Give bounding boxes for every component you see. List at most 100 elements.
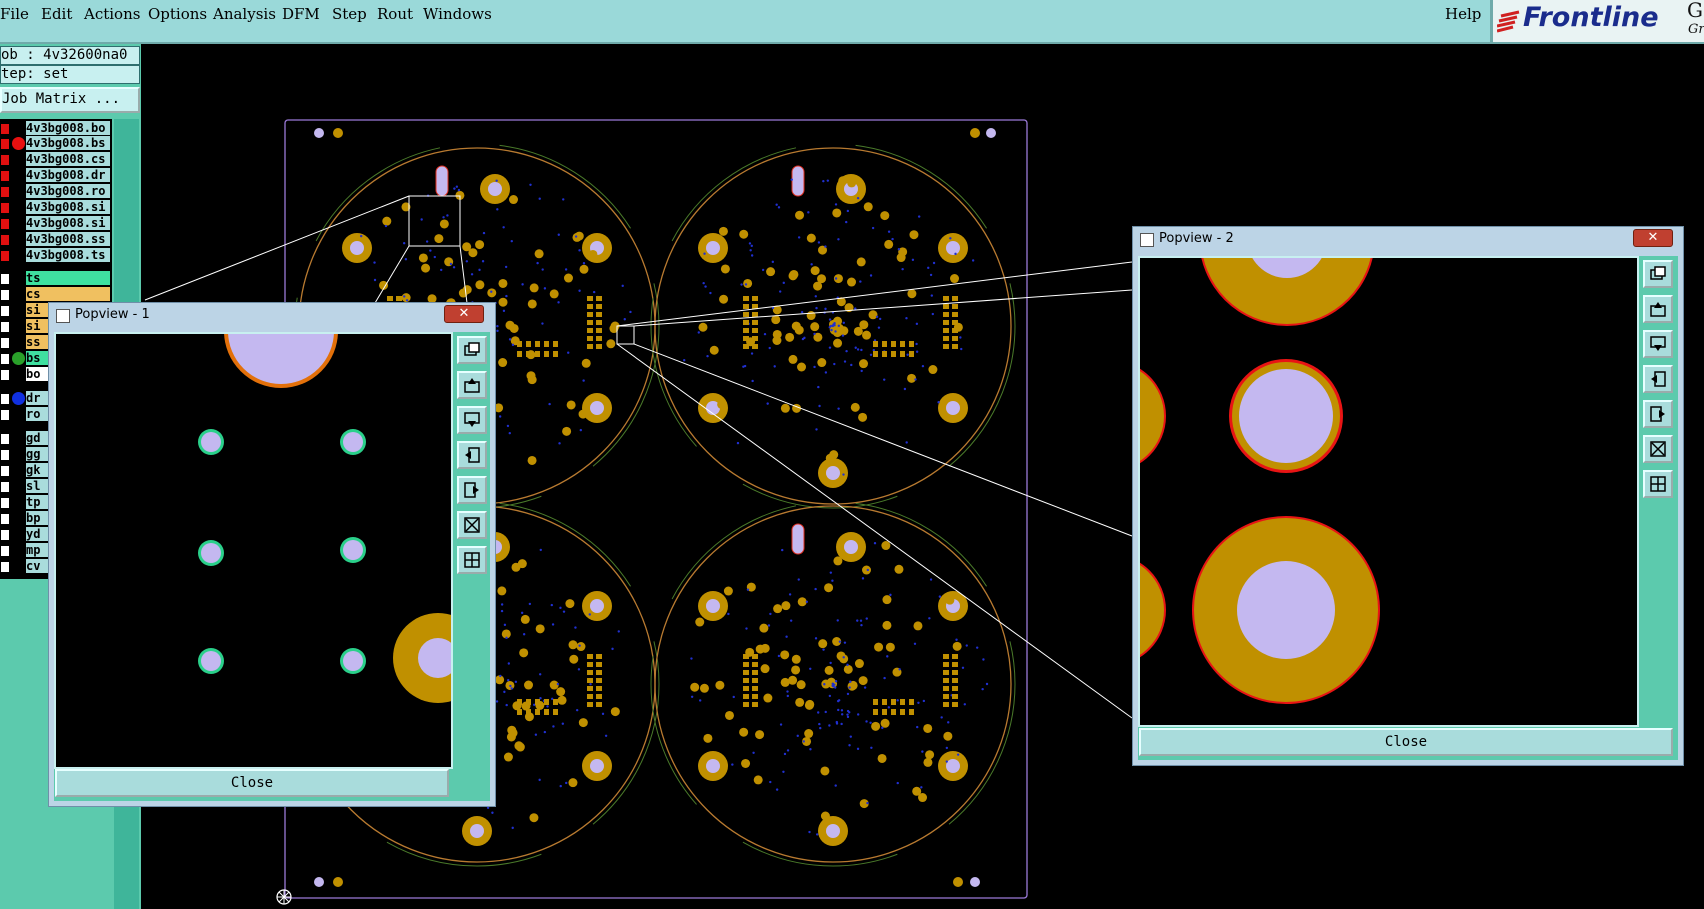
- connector-pad: [752, 312, 758, 317]
- menu-dfm[interactable]: DFM: [282, 5, 320, 23]
- layer-checkbox[interactable]: [0, 186, 10, 198]
- via: [856, 619, 859, 622]
- layer-checkbox[interactable]: [0, 529, 10, 541]
- zoom-out-button[interactable]: [1643, 470, 1673, 498]
- via: [442, 216, 445, 219]
- menu-rout[interactable]: Rout: [377, 5, 413, 23]
- layer-checkbox[interactable]: [0, 433, 10, 445]
- mount-hole: [350, 241, 364, 255]
- layer-checkbox[interactable]: [0, 481, 10, 493]
- zoom-out-button[interactable]: [457, 546, 487, 574]
- layer-row[interactable]: 4v3bg008.ro: [0, 184, 112, 199]
- pan-left-button[interactable]: [457, 441, 487, 469]
- smd-pad: [859, 359, 869, 369]
- pan-down-button[interactable]: [457, 406, 487, 434]
- popview-1-close-button[interactable]: Close: [55, 769, 449, 797]
- pan-down-button[interactable]: [1643, 330, 1673, 358]
- via: [873, 542, 877, 545]
- layer-checkbox[interactable]: [0, 513, 10, 525]
- layer-name[interactable]: 4v3bg008.ss: [26, 232, 110, 246]
- layer-row[interactable]: 4v3bg008.si: [0, 200, 112, 215]
- layer-row[interactable]: cs: [0, 287, 112, 302]
- layer-row[interactable]: 4v3bg008.bs: [0, 136, 112, 151]
- smd-pad: [817, 274, 827, 284]
- layer-row[interactable]: ts: [0, 271, 112, 286]
- pan-right-button[interactable]: [457, 476, 487, 504]
- logo-text: Frontline: [1523, 2, 1659, 33]
- layer-name[interactable]: 4v3bg008.bs: [26, 136, 110, 150]
- zoom-in-button[interactable]: [1643, 435, 1673, 463]
- popview-1-titlebar[interactable]: Popview - 1: [49, 303, 495, 327]
- layer-checkbox[interactable]: [0, 273, 10, 285]
- layer-checkbox[interactable]: [0, 170, 10, 182]
- layer-name[interactable]: ts: [26, 271, 110, 285]
- layer-checkbox[interactable]: [0, 353, 10, 365]
- layer-row[interactable]: 4v3bg008.ts: [0, 248, 112, 263]
- layer-checkbox[interactable]: [0, 289, 10, 301]
- layer-checkbox[interactable]: [0, 545, 10, 557]
- smd-pad: [806, 233, 816, 243]
- layer-checkbox[interactable]: [0, 123, 10, 135]
- layer-checkbox[interactable]: [0, 234, 10, 246]
- pan-up-button[interactable]: [1643, 295, 1673, 323]
- popview-2-titlebar[interactable]: Popview - 2: [1133, 227, 1683, 251]
- pan-left-button[interactable]: [1643, 365, 1673, 393]
- zoom-in-button[interactable]: [457, 511, 487, 539]
- layer-color-dot[interactable]: [12, 392, 25, 405]
- layer-name[interactable]: 4v3bg008.si: [26, 200, 110, 214]
- layer-checkbox[interactable]: [0, 218, 10, 230]
- menu-windows[interactable]: Windows: [423, 5, 492, 23]
- layer-name[interactable]: cs: [26, 287, 110, 301]
- menu-edit[interactable]: Edit: [41, 5, 72, 23]
- layer-name[interactable]: 4v3bg008.si: [26, 216, 110, 230]
- menu-options[interactable]: Options: [148, 5, 207, 23]
- layer-name[interactable]: 4v3bg008.cs: [26, 152, 110, 166]
- layer-name[interactable]: 4v3bg008.ts: [26, 248, 110, 262]
- layer-name[interactable]: 4v3bg008.ro: [26, 184, 110, 198]
- menu-actions[interactable]: Actions: [84, 5, 140, 23]
- pan-right-button[interactable]: [1643, 400, 1673, 428]
- layer-row[interactable]: 4v3bg008.ss: [0, 232, 112, 247]
- smd-pad: [847, 178, 857, 188]
- layer-checkbox[interactable]: [0, 409, 10, 421]
- layer-name[interactable]: 4v3bg008.bo: [26, 121, 110, 135]
- layer-checkbox[interactable]: [0, 337, 10, 349]
- popview-2-close-x-button[interactable]: ✕: [1633, 229, 1673, 247]
- component-pad: [526, 699, 531, 705]
- layer-checkbox[interactable]: [0, 561, 10, 573]
- layer-checkbox[interactable]: [0, 449, 10, 461]
- connector-pad: [587, 304, 593, 309]
- layer-row[interactable]: 4v3bg008.cs: [0, 152, 112, 167]
- popview-1-view[interactable]: [54, 332, 453, 769]
- menu-analysis[interactable]: Analysis: [213, 5, 276, 23]
- layer-row[interactable]: 4v3bg008.bo: [0, 121, 112, 136]
- menu-help[interactable]: Help: [1445, 5, 1481, 23]
- popview-2-view[interactable]: [1138, 256, 1639, 727]
- layer-checkbox[interactable]: [0, 321, 10, 333]
- menu-step[interactable]: Step: [332, 5, 367, 23]
- via: [842, 473, 845, 476]
- zoom-fit-button[interactable]: [1643, 260, 1673, 288]
- layer-color-dot[interactable]: [12, 137, 25, 150]
- layer-name[interactable]: 4v3bg008.dr: [26, 168, 110, 182]
- layer-checkbox[interactable]: [0, 154, 10, 166]
- pan-up-button[interactable]: [457, 371, 487, 399]
- popview-1-close-x-button[interactable]: ✕: [444, 305, 484, 323]
- layer-row[interactable]: 4v3bg008.si: [0, 216, 112, 231]
- component-pad: [544, 351, 549, 357]
- zoom-fit-button[interactable]: [457, 336, 487, 364]
- layer-checkbox[interactable]: [0, 202, 10, 214]
- layer-checkbox[interactable]: [0, 250, 10, 262]
- job-matrix-button[interactable]: Job Matrix ...: [0, 87, 140, 113]
- layer-row[interactable]: 4v3bg008.dr: [0, 168, 112, 183]
- layer-checkbox[interactable]: [0, 305, 10, 317]
- layer-checkbox[interactable]: [0, 497, 10, 509]
- layer-color-dot[interactable]: [12, 352, 25, 365]
- layer-checkbox[interactable]: [0, 393, 10, 405]
- menu-file[interactable]: File: [0, 5, 29, 23]
- layer-checkbox[interactable]: [0, 369, 10, 381]
- layer-checkbox[interactable]: [0, 138, 10, 150]
- popview-2-close-button[interactable]: Close: [1139, 728, 1673, 756]
- layer-checkbox[interactable]: [0, 465, 10, 477]
- logo-tail: Gen: [1687, 0, 1704, 22]
